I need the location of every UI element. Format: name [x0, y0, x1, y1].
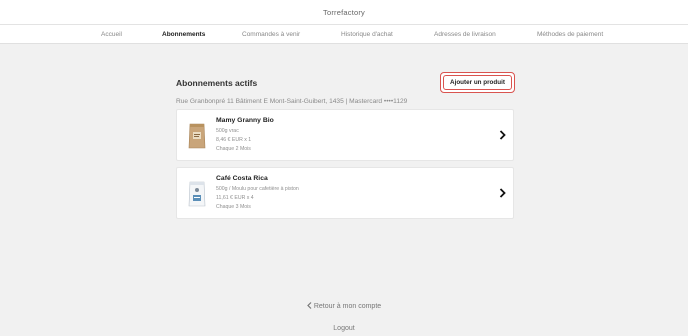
account-nav: Accueil Abonnements Commandes à venir Hi…	[0, 25, 688, 44]
nav-item-abonnements[interactable]: Abonnements	[162, 31, 205, 38]
chevron-right-icon[interactable]	[499, 130, 506, 140]
nav-item-adresses[interactable]: Adresses de livraison	[434, 31, 496, 38]
product-frequency: Chaque 2 Mois	[216, 146, 251, 152]
chevron-right-icon[interactable]	[499, 188, 506, 198]
chevron-left-icon	[306, 302, 312, 309]
logout-link[interactable]: Logout	[0, 325, 688, 332]
product-price: 8,46 € EUR x 1	[216, 137, 252, 143]
product-detail: 500g / Moulu pour cafetière à piston	[216, 186, 299, 192]
add-product-button[interactable]: Ajouter un produit	[440, 72, 515, 93]
product-name: Mamy Granny Bio	[216, 117, 274, 124]
white-coffee-bag-icon	[188, 181, 206, 207]
top-bar: Torrefactory	[0, 0, 688, 25]
nav-item-paiement[interactable]: Méthodes de paiement	[537, 31, 603, 38]
shipping-payment-summary: Rue Granbonpré 11 Bâtiment E Mont-Saint-…	[176, 98, 408, 105]
back-to-account-label[interactable]: Retour à mon compte	[314, 303, 381, 310]
subscription-card[interactable]: Café Costa Rica 500g / Moulu pour cafeti…	[176, 167, 514, 219]
nav-item-accueil[interactable]: Accueil	[101, 31, 122, 38]
brand-name[interactable]: Torrefactory	[323, 8, 365, 17]
back-to-account-link[interactable]: Retour à mon compte	[0, 302, 688, 310]
product-price: 11,61 € EUR x 4	[216, 195, 254, 201]
product-frequency: Chaque 3 Mois	[216, 204, 251, 210]
nav-item-commandes[interactable]: Commandes à venir	[242, 31, 300, 38]
product-name: Café Costa Rica	[216, 175, 268, 182]
add-product-button-label[interactable]: Ajouter un produit	[443, 75, 512, 90]
product-detail: 500g vrac	[216, 128, 239, 134]
kraft-coffee-bag-icon	[188, 123, 206, 149]
subscription-card[interactable]: Mamy Granny Bio 500g vrac 8,46 € EUR x 1…	[176, 109, 514, 161]
nav-item-historique[interactable]: Historique d'achat	[341, 31, 393, 38]
section-title: Abonnements actifs	[176, 78, 258, 88]
